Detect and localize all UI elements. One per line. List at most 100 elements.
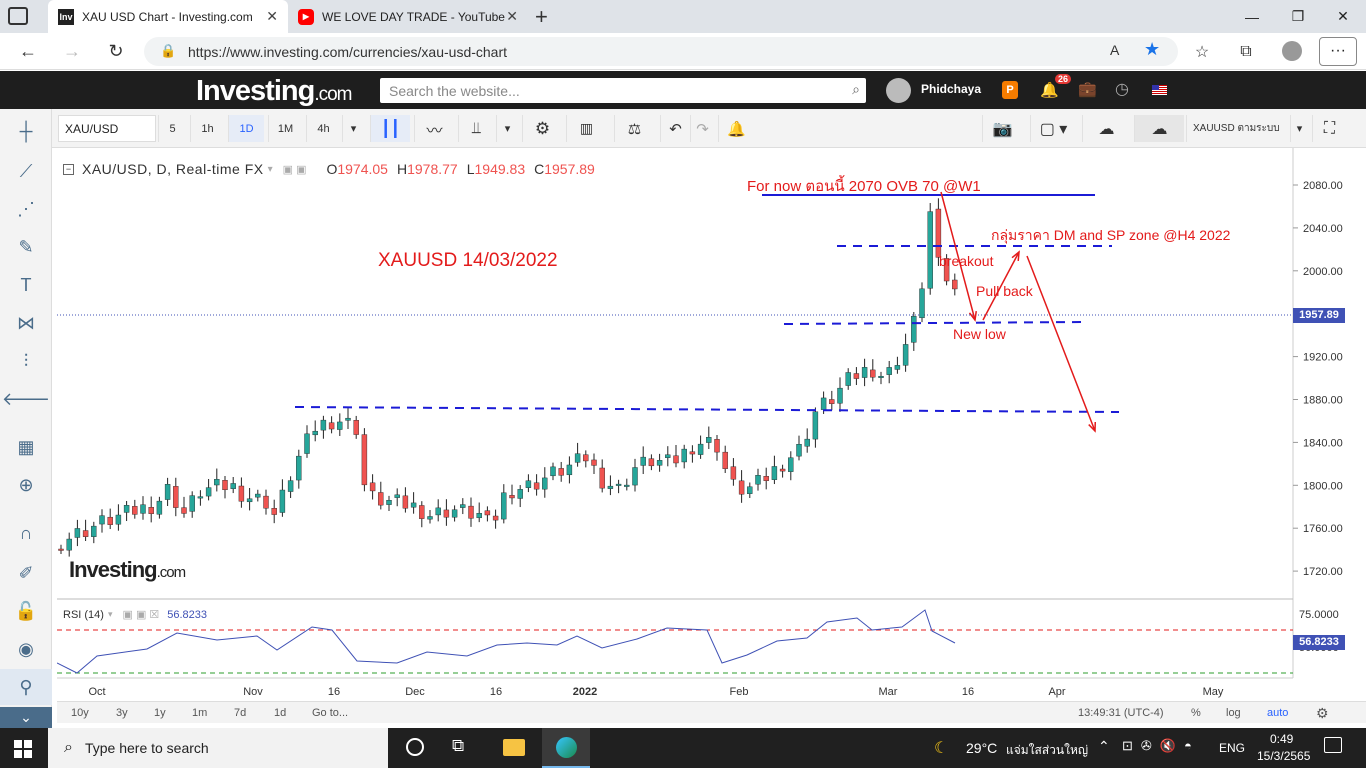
taskbar-search[interactable]: ⌕ Type here to search: [48, 728, 388, 768]
brush-icon[interactable]: ✎: [0, 229, 52, 265]
close-icon[interactable]: ✕: [266, 8, 278, 25]
arrow-left-icon[interactable]: 🡐: [0, 381, 52, 417]
refresh-icon[interactable]: ↻: [98, 33, 134, 70]
range-10y[interactable]: 10y: [71, 702, 89, 724]
indicators-dropdown-icon[interactable]: ▾: [496, 115, 518, 142]
lock-icon[interactable]: 🔓: [0, 593, 52, 629]
read-aloud-icon[interactable]: A: [1110, 42, 1119, 58]
legend-settings-icon[interactable]: ▣ ▣: [283, 163, 307, 176]
interval-1m[interactable]: 1M: [268, 115, 302, 142]
goto-button[interactable]: Go to...: [312, 702, 348, 724]
long-position-icon[interactable]: ▦: [0, 429, 52, 465]
weather-place[interactable]: แจ่มใสส่วนใหญ่: [1006, 741, 1088, 760]
edge-icon[interactable]: [542, 728, 590, 768]
redo-icon[interactable]: ↷: [690, 115, 714, 142]
forward-icon[interactable]: →: [54, 33, 90, 70]
template-select[interactable]: XAUUSD ตามระบบ: [1186, 115, 1290, 142]
candles-icon[interactable]: ┃┃: [370, 115, 410, 142]
us-flag-icon[interactable]: [1152, 85, 1167, 95]
range-7d[interactable]: 7d: [234, 702, 246, 724]
camera-icon[interactable]: 📷: [982, 115, 1022, 142]
line-chart-icon[interactable]: 〰: [414, 115, 454, 142]
rsi-settings-icon[interactable]: ▣ ▣ ☒: [123, 608, 160, 621]
trend-line-icon[interactable]: ⟋: [0, 153, 52, 189]
username[interactable]: Phidchaya: [921, 82, 981, 96]
range-1y[interactable]: 1y: [154, 702, 166, 724]
measure-icon[interactable]: ⫶: [0, 343, 52, 379]
close-window-icon[interactable]: ✕: [1320, 0, 1366, 33]
windows-start-icon[interactable]: [14, 740, 32, 758]
range-1m[interactable]: 1m: [192, 702, 207, 724]
new-tab-icon[interactable]: +: [535, 4, 548, 30]
compare-icon[interactable]: ▥: [566, 115, 606, 142]
symbol-input[interactable]: XAU/USD: [58, 115, 156, 142]
interval-4h[interactable]: 4h: [306, 115, 340, 142]
cortana-icon[interactable]: [406, 738, 424, 756]
file-explorer-icon[interactable]: [503, 739, 525, 756]
crosshair-icon[interactable]: ┼: [0, 113, 52, 149]
weather-temp[interactable]: 29°C: [966, 740, 997, 756]
interval-1d[interactable]: 1D: [228, 115, 264, 142]
cloud-load-icon[interactable]: ☁: [1082, 115, 1130, 142]
percent-toggle[interactable]: %: [1191, 702, 1201, 724]
cloud-save-icon[interactable]: ☁: [1134, 115, 1184, 142]
notifications-icon[interactable]: [1324, 737, 1342, 753]
minimize-icon[interactable]: —: [1229, 0, 1275, 33]
log-toggle[interactable]: log: [1226, 702, 1241, 724]
clock-icon[interactable]: ◷: [1115, 79, 1129, 99]
template-dropdown-icon[interactable]: ▾: [1290, 115, 1308, 142]
link-icon[interactable]: ⚲: [0, 669, 52, 705]
tab-investing[interactable]: Inv XAU USD Chart - Investing.com ✕: [48, 0, 288, 33]
tray-icons[interactable]: ⊡✇🔇◓: [1122, 738, 1200, 754]
undo-icon[interactable]: ↶: [660, 115, 690, 142]
magnet-icon[interactable]: ∩: [0, 515, 52, 551]
favorites-icon[interactable]: ☆: [1184, 33, 1220, 70]
close-icon[interactable]: ✕: [506, 8, 518, 25]
indicators-icon[interactable]: ⫫: [458, 115, 494, 142]
task-view-icon[interactable]: ⧉: [452, 736, 464, 756]
restore-icon[interactable]: ❐: [1275, 0, 1321, 33]
bell-icon[interactable]: 🔔: [1040, 81, 1059, 99]
pattern-icon[interactable]: ⋈: [0, 305, 52, 341]
profile-avatar[interactable]: [1282, 41, 1302, 61]
interval-5[interactable]: 5: [158, 115, 186, 142]
pro-icon[interactable]: P: [1002, 81, 1018, 99]
eye-icon[interactable]: ◉: [0, 631, 52, 667]
zoom-icon[interactable]: ⊕: [0, 467, 52, 503]
fib-icon[interactable]: ⋰: [0, 191, 52, 227]
collapse-legend-icon[interactable]: −: [63, 163, 74, 175]
investing-logo[interactable]: Investing.com: [196, 75, 353, 108]
range-3y[interactable]: 3y: [116, 702, 128, 724]
interval-1h[interactable]: 1h: [190, 115, 224, 142]
language-indicator[interactable]: ENG: [1219, 741, 1245, 755]
interval-dropdown-icon[interactable]: ▾: [342, 115, 364, 142]
user-avatar[interactable]: [886, 78, 911, 103]
collections-icon[interactable]: ⧉: [1228, 33, 1264, 70]
menu-icon[interactable]: ···: [1319, 37, 1357, 66]
settings-gear-icon[interactable]: ⚙: [522, 115, 562, 142]
clock-time[interactable]: 0:49: [1270, 732, 1293, 746]
rsi-dropdown-icon[interactable]: ▾: [108, 609, 113, 620]
fullscreen-icon[interactable]: ⛶: [1312, 115, 1346, 142]
color-square-icon[interactable]: ▢ ▾: [1030, 115, 1076, 142]
price-chart[interactable]: 2080.002040.002000.001960.001920.001880.…: [57, 148, 1366, 702]
legend-dropdown-icon[interactable]: ▾: [268, 164, 273, 175]
range-1d[interactable]: 1d: [274, 702, 286, 724]
auto-toggle[interactable]: auto: [1267, 702, 1288, 724]
collapse-icon[interactable]: ⌄: [0, 707, 52, 729]
tab-youtube[interactable]: ▶ WE LOVE DAY TRADE - YouTube ✕: [288, 0, 528, 33]
tray-chevron-icon[interactable]: ⌃: [1098, 738, 1110, 755]
weather-icon[interactable]: ☾: [934, 738, 948, 758]
tab-actions-icon[interactable]: [8, 7, 28, 25]
site-search-input[interactable]: Search the website... ⌕: [380, 78, 866, 103]
alert-icon[interactable]: 🔔: [718, 115, 754, 142]
text-icon[interactable]: T: [0, 267, 52, 303]
scale-icon[interactable]: ⚖: [614, 115, 654, 142]
lock-drawing-icon[interactable]: ✐: [0, 555, 52, 591]
search-icon[interactable]: ⌕: [852, 81, 860, 98]
url-field[interactable]: 🔒 https://www.investing.com/currencies/x…: [144, 37, 1178, 66]
favorite-star-icon[interactable]: ★: [1144, 39, 1160, 60]
portfolio-icon[interactable]: 💼: [1078, 80, 1097, 98]
clock-date[interactable]: 15/3/2565: [1257, 749, 1310, 763]
back-icon[interactable]: ←: [10, 33, 46, 70]
